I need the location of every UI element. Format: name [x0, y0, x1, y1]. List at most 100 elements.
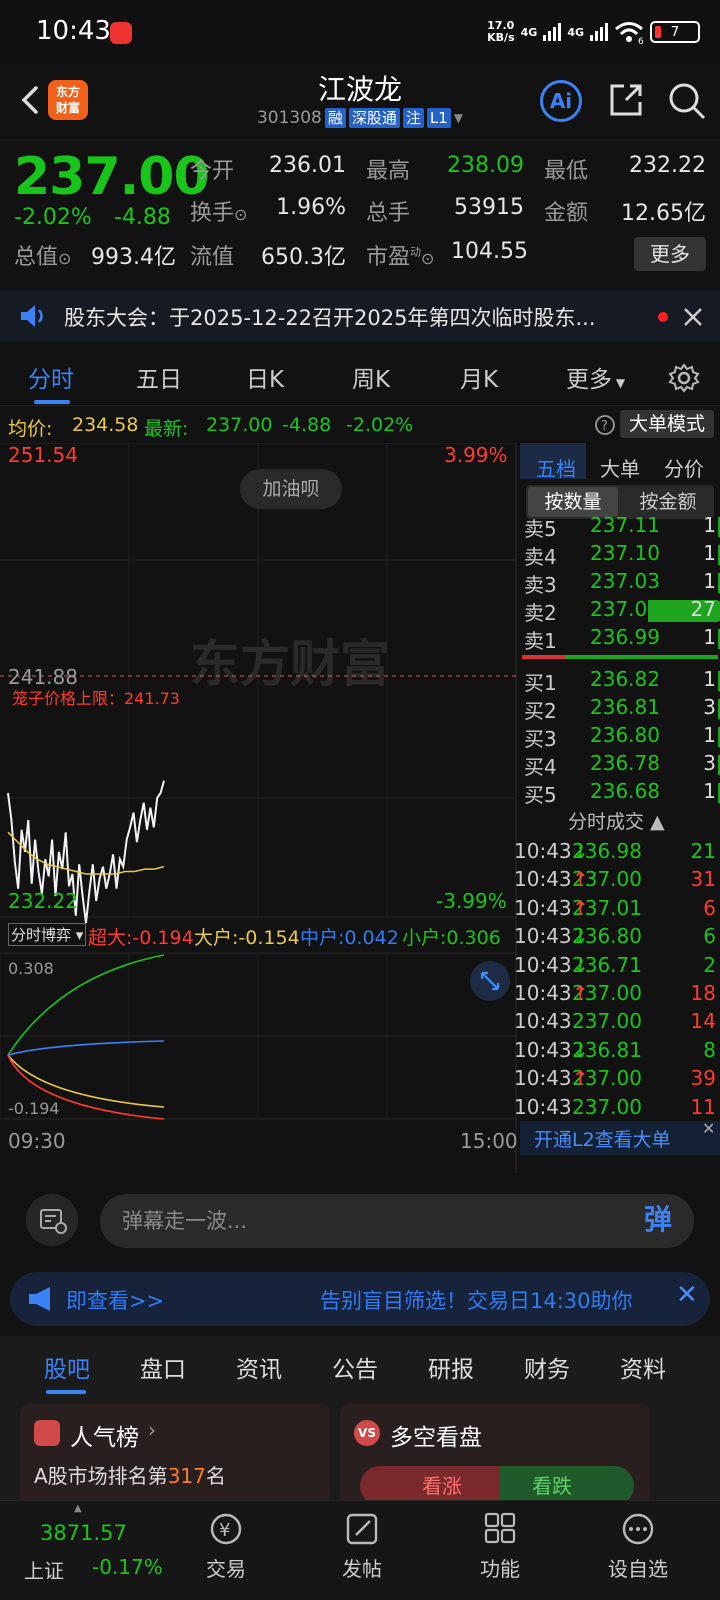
share-icon[interactable]	[604, 78, 648, 122]
subtab-news[interactable]: 资讯	[236, 1350, 282, 1384]
trade-row: 10:43 237.00 ↑ 31	[514, 867, 716, 892]
settings-icon[interactable]	[668, 362, 700, 394]
danmu-settings-icon	[40, 1209, 67, 1234]
bid-row[interactable]: 买5 236.68 1	[520, 779, 720, 807]
subtab-indicator	[46, 1390, 86, 1394]
trade-qty: 14	[690, 1009, 716, 1034]
popularity-icon	[34, 1420, 60, 1446]
high-value: 238.09	[447, 153, 524, 178]
ask-label: 卖5	[524, 517, 557, 541]
tab-monthly-k[interactable]: 月K	[460, 360, 498, 394]
ask-row[interactable]: 卖5 237.11 1	[520, 513, 720, 541]
nav-trade[interactable]: ¥ 交易	[176, 1511, 276, 1582]
search-icon[interactable]	[664, 78, 708, 122]
ob-tab-bigorder[interactable]: 大单	[600, 453, 640, 482]
y-bottom-pct: -3.99%	[436, 889, 507, 913]
subtab-forum[interactable]: 股吧	[44, 1350, 90, 1384]
notice-bar[interactable]: 股东大会：于2025-12-22召开2025年第四次临时股东...	[0, 290, 720, 342]
more-button[interactable]: 更多	[634, 237, 706, 271]
bid-row[interactable]: 买1 236.82 1	[520, 667, 720, 695]
flow-selector[interactable]: 分时博弈 ▾	[8, 923, 87, 946]
subtab-handicap[interactable]: 盘口	[140, 1350, 186, 1384]
subtab-announcement[interactable]: 公告	[332, 1350, 378, 1384]
volume-value: 53915	[454, 195, 524, 220]
trade-time: 10:43	[514, 867, 572, 892]
latest-pct: -2.02%	[346, 414, 414, 436]
trade-qty: 8	[703, 1037, 716, 1062]
flow-series-group	[7, 954, 165, 1120]
active-tab-indicator	[34, 400, 70, 404]
ai-button[interactable]: Ai	[540, 80, 582, 122]
bull-bear-title: 多空看盘	[390, 1425, 482, 1451]
pe-value: 104.55	[451, 239, 528, 264]
subtab-research[interactable]: 研报	[428, 1350, 474, 1384]
tab-intraday[interactable]: 分时	[28, 360, 74, 394]
pe-label: 市盈动⊙	[366, 245, 435, 270]
trade-row: 10:43 236.71 ↓ 2	[514, 952, 716, 977]
bid-row[interactable]: 买2 236.81 3	[520, 695, 720, 723]
intraday-chart[interactable]: 东方财富 251.54 3.99% 加油呗 241.88 笼子价格上限：241.…	[0, 443, 520, 1173]
bid-label: 买3	[524, 727, 557, 751]
ask-qty: 1	[703, 513, 716, 537]
ask-qty: 1	[703, 625, 716, 649]
bid-label: 买4	[524, 755, 557, 779]
mid-label: 中户:0.042	[300, 927, 399, 949]
ask-row[interactable]: 卖2 237.00 27	[520, 597, 720, 625]
promo-bar[interactable]: 即查看>> 告别盲目筛选！交易日14:30助你 ✕	[10, 1272, 710, 1326]
ask-row[interactable]: 卖1 236.99 1	[520, 625, 720, 653]
edit-icon	[346, 1513, 378, 1545]
clock: 10:43	[36, 16, 111, 46]
period-tabs: 分时 五日 日K 周K 月K 更多 ▼	[0, 350, 720, 406]
dropdown-icon[interactable]: ▼	[454, 111, 463, 125]
close-icon[interactable]	[682, 306, 704, 328]
trade-row: 10:43 237.01 ↑ 6	[514, 895, 716, 920]
help-icon[interactable]: ?	[594, 414, 616, 436]
bid-qty: 3	[703, 695, 716, 719]
index-ticker[interactable]: ▲ 3871.57 上证 -0.17%	[0, 1501, 163, 1600]
ob-tab-five[interactable]: 五档	[536, 453, 576, 482]
ask-price: 237.03	[590, 569, 660, 593]
bid-price: 236.80	[590, 723, 660, 747]
trade-direction: ↑	[572, 867, 589, 892]
vote-up-label: 看涨	[422, 1474, 462, 1498]
trade-qty: 31	[690, 867, 716, 892]
wifi-icon: 6	[615, 22, 644, 44]
danmu-toggle[interactable]	[26, 1194, 78, 1246]
ob-tab-price[interactable]: 分价	[664, 453, 704, 482]
trade-icon: ¥	[210, 1513, 242, 1545]
trade-time: 10:43	[514, 924, 572, 949]
bid-qty: 1	[703, 723, 716, 747]
nav-add-watchlist[interactable]: 设自选	[588, 1511, 688, 1582]
big-order-mode-button[interactable]: 大单模式	[620, 410, 714, 438]
comment-bubble[interactable]: 加油呗	[240, 469, 342, 509]
signal-label-2: 4G	[567, 25, 584, 39]
tab-weekly-k[interactable]: 周K	[352, 360, 390, 394]
bid-row[interactable]: 买3 236.80 1	[520, 723, 720, 751]
trade-time: 10:43	[514, 1066, 572, 1091]
l2-banner[interactable]: 开通L2查看大单 ✕	[520, 1119, 720, 1155]
ask-row[interactable]: 卖4 237.10 1	[520, 541, 720, 569]
avg-label: 均价:	[8, 418, 53, 440]
nav-features[interactable]: 功能	[450, 1511, 550, 1582]
trade-row: 10:43 236.98 ↓ 21	[514, 839, 716, 863]
expand-button[interactable]	[470, 961, 510, 1001]
svg-text:6: 6	[638, 37, 644, 44]
volume-label: 总手	[366, 201, 411, 226]
change-amount: -4.88	[114, 205, 171, 230]
promo-close-icon[interactable]: ✕	[676, 1280, 698, 1310]
tab-daily-k[interactable]: 日K	[246, 360, 284, 394]
danmu-send-button[interactable]: 弹	[644, 1198, 688, 1242]
ask-row[interactable]: 卖3 237.03 1	[520, 569, 720, 597]
tab-5day[interactable]: 五日	[136, 360, 182, 394]
trade-direction: ↓	[572, 839, 589, 863]
popularity-card[interactable]: 人气榜 › A股市场排名第317名	[20, 1404, 330, 1504]
l2-link[interactable]: 开通L2查看大单	[534, 1125, 671, 1152]
danmu-input[interactable]: 弹幕走一波...	[100, 1194, 694, 1248]
trades-title[interactable]: 分时成交 ▲	[568, 807, 665, 834]
subtab-profile[interactable]: 资料	[620, 1350, 666, 1384]
bull-bear-card[interactable]: VS 多空看盘 看涨 看跌	[340, 1404, 650, 1506]
bid-row[interactable]: 买4 236.78 3	[520, 751, 720, 779]
tab-more[interactable]: 更多 ▼	[566, 360, 625, 394]
subtab-finance[interactable]: 财务	[524, 1350, 570, 1384]
nav-post[interactable]: 发帖	[312, 1511, 412, 1582]
